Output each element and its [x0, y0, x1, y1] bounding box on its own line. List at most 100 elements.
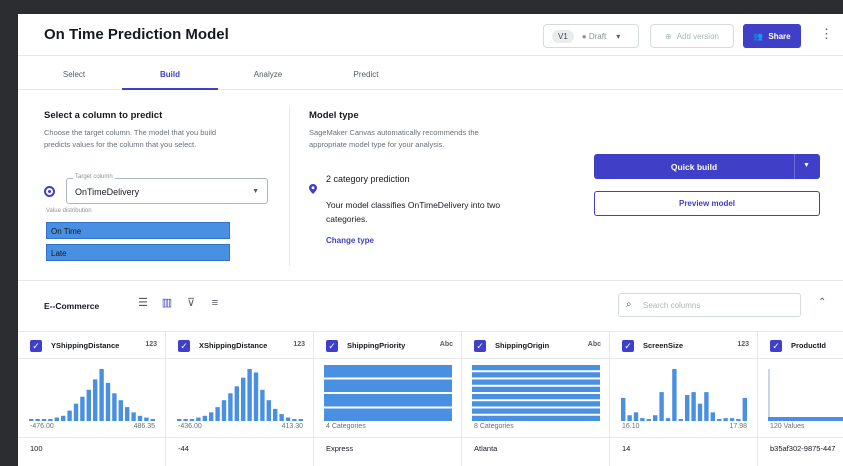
histogram-bar [41, 419, 47, 421]
preview-model-button[interactable]: Preview model [594, 191, 820, 216]
histogram-bar [105, 382, 111, 421]
tab-build[interactable]: Build [122, 62, 218, 90]
category-bar [324, 408, 452, 421]
column-type: 123 [737, 341, 749, 348]
column-card[interactable]: ✓ ShippingPriority Abc 4 Categories Express [314, 331, 462, 466]
histogram-bar [150, 419, 155, 421]
row-divider [314, 437, 461, 438]
chart-svg [177, 369, 303, 421]
histogram-bar [112, 393, 117, 421]
column-card[interactable]: ✓ YShippingDistance 123 -476.00 486.35 100 [18, 331, 166, 466]
histogram-bar [221, 400, 227, 421]
column-chart [620, 365, 748, 421]
version-pill: V1 [552, 29, 574, 43]
category-bar [324, 394, 452, 407]
target-column-select[interactable]: Target column OnTimeDelivery ▼ [66, 174, 268, 204]
column-chart [324, 365, 452, 421]
row-divider [18, 437, 165, 438]
model-type-heading: Model type [309, 110, 359, 121]
change-type-link[interactable]: Change type [326, 236, 374, 245]
tab-select[interactable]: Select [26, 62, 122, 90]
model-type-description: SageMaker Canvas automatically recommend… [309, 128, 479, 149]
category-bar [472, 386, 600, 392]
caret-down-icon[interactable]: ▼ [803, 162, 810, 169]
column-type: 123 [145, 341, 157, 348]
histogram-bar [67, 410, 72, 421]
tab-predict[interactable]: Predict [318, 62, 414, 90]
histogram-bar [729, 418, 735, 421]
column-checkbox[interactable]: ✓ [326, 340, 338, 352]
header: On Time Prediction Model V1 ● Draft ▾ ⊕ … [18, 14, 843, 56]
axis-min-label: -436.00 [178, 423, 202, 430]
target-description: Choose the target column. The model that… [44, 128, 217, 149]
axis-min-label: 16.10 [622, 423, 640, 430]
histogram-bar [640, 418, 645, 421]
column-card[interactable]: ✓ XShippingDistance 123 -436.00 413.30 -44 [166, 331, 314, 466]
column-checkbox[interactable]: ✓ [622, 340, 634, 352]
add-version-button[interactable]: ⊕ Add version [650, 24, 734, 48]
row-divider [610, 437, 757, 438]
share-label: Share [768, 31, 791, 41]
search-input[interactable] [643, 298, 793, 313]
row-divider [462, 437, 609, 438]
column-header: ✓ ProductId [758, 331, 843, 359]
version-select[interactable]: V1 ● Draft ▾ [543, 24, 639, 48]
tab-bar: Select Build Analyze Predict [18, 62, 843, 90]
column-header: ✓ XShippingDistance 123 [166, 331, 313, 359]
split-divider [794, 154, 795, 179]
column-header: ✓ YShippingDistance 123 [18, 331, 165, 359]
column-card[interactable]: ✓ ScreenSize 123 16.10 17.98 14 [610, 331, 758, 466]
histogram-bar [621, 397, 626, 421]
column-chart [176, 365, 304, 421]
checklist-icon[interactable]: ≡ [208, 296, 222, 310]
column-type: 123 [293, 341, 305, 348]
value-distribution-label: Value distribution [46, 208, 92, 214]
tab-analyze[interactable]: Analyze [220, 62, 316, 90]
histogram-bar [247, 369, 252, 421]
histogram-bar [215, 407, 220, 421]
column-checkbox[interactable]: ✓ [30, 340, 42, 352]
grid-view-icon[interactable]: ▥ [160, 296, 174, 310]
histogram-bar [646, 419, 651, 421]
histogram-bar [73, 403, 79, 421]
more-options-icon[interactable]: ⋮ [820, 26, 833, 42]
histogram-bar [144, 417, 149, 421]
category-bar [472, 365, 600, 371]
share-button[interactable]: 👥 Share [743, 24, 801, 48]
sample-value: -44 [178, 444, 189, 453]
histogram-bar [234, 386, 239, 421]
histogram-bar [710, 412, 715, 421]
sample-value: Atlanta [474, 444, 498, 453]
collapse-icon[interactable]: ⌃ [818, 297, 826, 308]
panel-divider [289, 106, 290, 266]
column-checkbox[interactable]: ✓ [770, 340, 782, 352]
histogram-bar [131, 412, 136, 421]
column-checkbox[interactable]: ✓ [178, 340, 190, 352]
column-card[interactable]: ✓ ShippingOrigin Abc 8 Categories Atlanta [462, 331, 610, 466]
list-view-icon[interactable]: ☰ [136, 296, 150, 310]
histogram-bar [273, 408, 278, 421]
histogram-bar [54, 417, 59, 421]
app-frame: On Time Prediction Model V1 ● Draft ▾ ⊕ … [18, 14, 843, 466]
column-checkbox[interactable]: ✓ [474, 340, 486, 352]
column-name: YShippingDistance [51, 341, 120, 350]
target-radio[interactable] [44, 186, 55, 197]
filter-icon[interactable]: ⊽ [184, 296, 198, 310]
column-card[interactable]: ✓ ProductId 120 Values b35af302-9875-447 [758, 331, 843, 466]
histogram-bar [228, 393, 233, 421]
sample-value: 100 [30, 444, 43, 453]
search-columns[interactable]: ⌕ [618, 293, 801, 317]
chart-svg [768, 369, 843, 421]
histogram-bar [125, 407, 130, 421]
histogram-bar [659, 392, 664, 421]
histogram-bar [137, 415, 143, 421]
chart-svg [324, 365, 452, 421]
distribution-bar-ontime: On Time [46, 222, 230, 239]
histogram-bar [61, 415, 66, 421]
section-divider [18, 280, 843, 281]
histogram-bar [99, 369, 104, 421]
histogram-bar [260, 389, 265, 421]
quick-build-button[interactable]: Quick build ▼ [594, 154, 820, 179]
category-count: 4 Categories [326, 423, 366, 430]
histogram-bar [653, 415, 658, 421]
